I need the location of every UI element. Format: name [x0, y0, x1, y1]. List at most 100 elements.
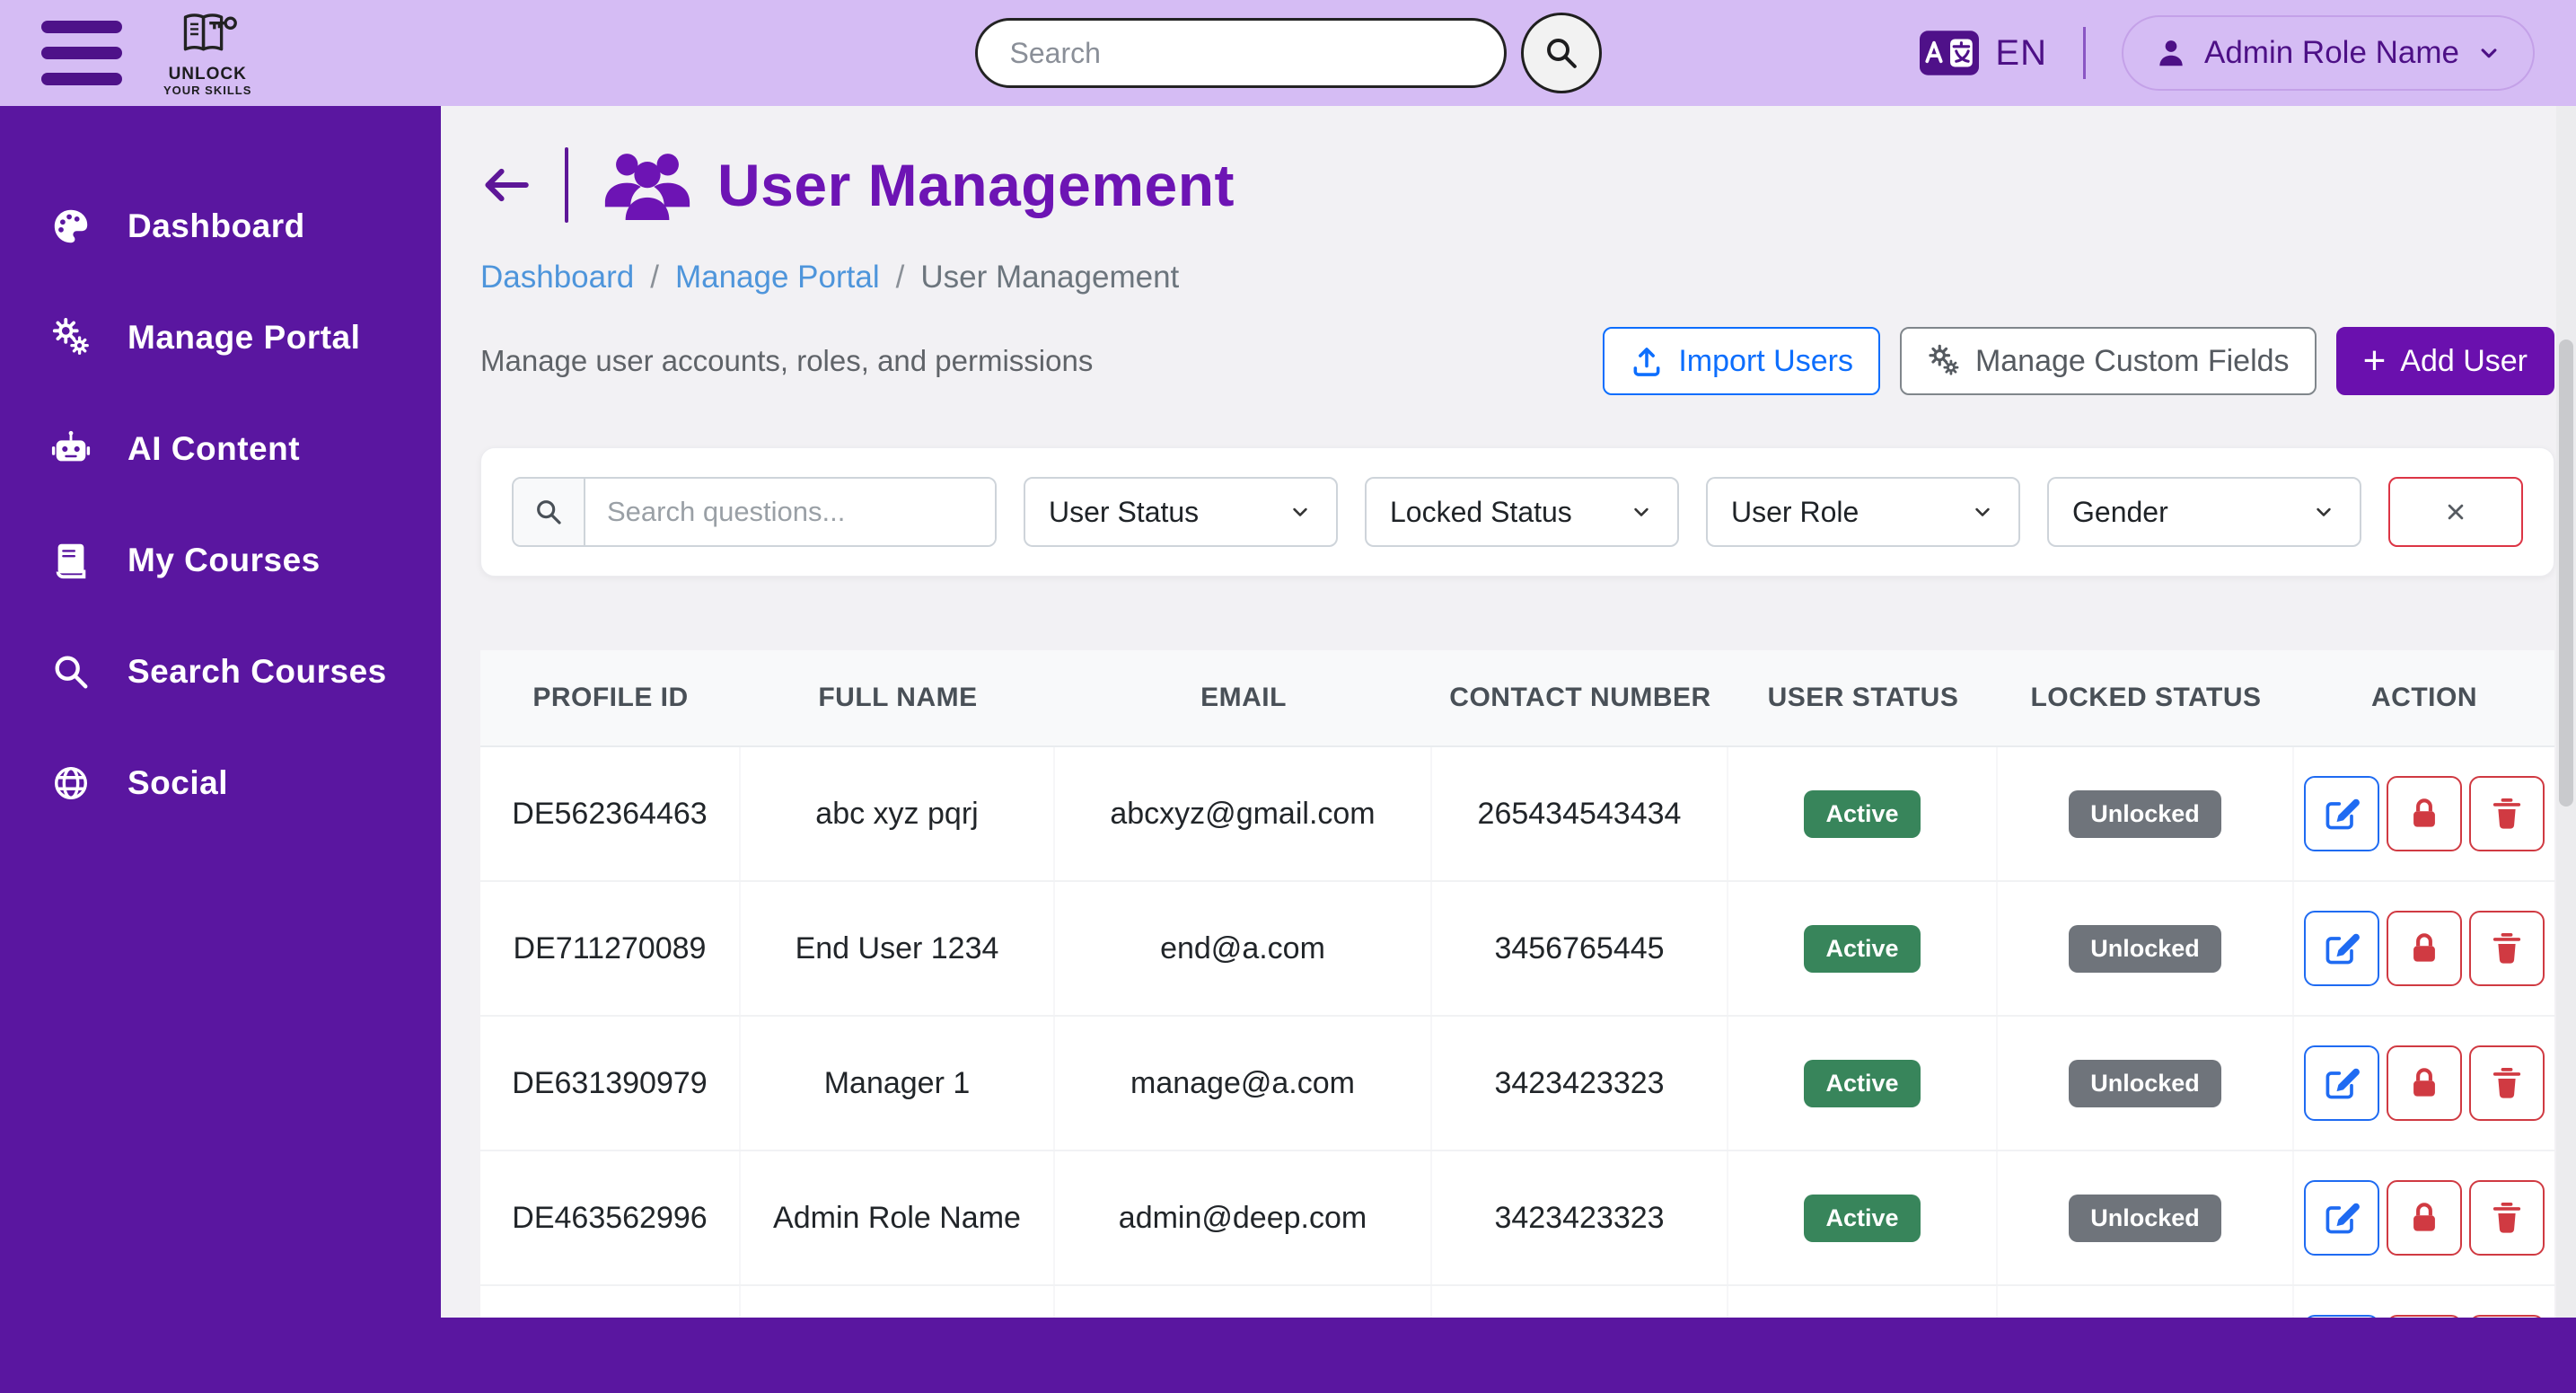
edit-user-button[interactable] — [2304, 1045, 2379, 1121]
sidebar-item-ai-content[interactable]: AI Content — [0, 393, 441, 505]
edit-user-button[interactable] — [2304, 911, 2379, 986]
cell-email: test@gmail.com — [1055, 1286, 1432, 1318]
sidebar-item-label: Search Courses — [127, 653, 387, 691]
sidebar-item-my-courses[interactable]: My Courses — [0, 505, 441, 616]
edit-pencil-square-icon — [2322, 794, 2361, 833]
delete-user-button[interactable] — [2469, 1045, 2545, 1121]
chevron-down-icon — [1970, 499, 1995, 525]
breadcrumb-manage-portal[interactable]: Manage Portal — [675, 260, 880, 295]
breadcrumb: Dashboard / Manage Portal / User Managem… — [480, 260, 2554, 295]
lock-user-button[interactable] — [2387, 1180, 2462, 1256]
delete-user-button[interactable] — [2469, 911, 2545, 986]
scrollbar-thumb[interactable] — [2559, 339, 2573, 807]
dashboard-icon — [50, 206, 92, 247]
breadcrumb-current: User Management — [920, 260, 1179, 295]
lock-icon — [2405, 929, 2444, 968]
cell-user-status: Active — [1728, 882, 1998, 1015]
upload-icon — [1630, 344, 1664, 378]
user-status-badge: Active — [1804, 1195, 1920, 1242]
global-search — [975, 13, 1602, 93]
vertical-scrollbar[interactable] — [2556, 106, 2576, 1318]
global-search-input[interactable] — [975, 18, 1507, 88]
lock-user-button[interactable] — [2387, 1315, 2462, 1318]
trash-icon — [2487, 794, 2527, 833]
delete-user-button[interactable] — [2469, 1315, 2545, 1318]
cell-profile-id: DE711270089 — [480, 882, 741, 1015]
footer-bar — [0, 1318, 2576, 1393]
chevron-down-icon — [2311, 499, 2336, 525]
table-row: DE711270089 End User 1234 end@a.com 3456… — [480, 882, 2554, 1017]
chevron-down-icon — [1629, 499, 1654, 525]
cell-contact-number: 3423423323 — [1432, 1017, 1728, 1150]
cell-contact-number: 3456765445 — [1432, 882, 1728, 1015]
column-header-profile-id: PROFILE ID — [480, 683, 741, 713]
users-table: PROFILE ID FULL NAME EMAIL CONTACT NUMBE… — [480, 650, 2554, 1318]
language-switcher[interactable]: EN — [1920, 31, 2047, 75]
locked-status-badge: Unlocked — [2069, 1195, 2221, 1242]
cell-email: manage@a.com — [1055, 1017, 1432, 1150]
cell-full-name: End User 1234 — [741, 882, 1055, 1015]
user-menu-button[interactable]: Admin Role Name — [2122, 15, 2535, 91]
cell-action — [2294, 747, 2554, 880]
title-divider — [565, 147, 568, 223]
search-icon — [50, 651, 92, 692]
hamburger-menu-button[interactable] — [41, 21, 122, 85]
cell-action — [2294, 1017, 2554, 1150]
add-user-button[interactable]: + Add User — [2336, 327, 2554, 395]
app-logo[interactable]: UNLOCK YOUR SKILLS — [163, 8, 251, 98]
manage-custom-fields-label: Manage Custom Fields — [1975, 344, 2290, 379]
breadcrumb-dashboard[interactable]: Dashboard — [480, 260, 634, 295]
cell-locked-status: Unlocked — [1998, 1151, 2294, 1284]
cell-contact-number: 265434543434 — [1432, 747, 1728, 880]
column-header-contact-number: CONTACT NUMBER — [1432, 683, 1728, 713]
back-arrow-icon — [480, 159, 532, 211]
cell-user-status: Active — [1728, 1151, 1998, 1284]
table-body: DE562364463 abc xyz pqrj abcxyz@gmail.co… — [480, 747, 2554, 1318]
breadcrumb-separator: / — [650, 260, 659, 295]
lock-user-button[interactable] — [2387, 1045, 2462, 1121]
user-status-select[interactable]: User Status — [1024, 477, 1338, 547]
edit-pencil-square-icon — [2322, 1063, 2361, 1103]
sidebar-item-label: Dashboard — [127, 207, 305, 245]
language-code: EN — [1995, 33, 2047, 74]
user-status-badge: Active — [1804, 1060, 1920, 1107]
sidebar-item-search-courses[interactable]: Search Courses — [0, 616, 441, 727]
cell-locked-status: Unlocked — [1998, 747, 2294, 880]
sidebar-item-manage-portal[interactable]: Manage Portal — [0, 282, 441, 393]
trash-icon — [2487, 1198, 2527, 1238]
clear-filters-button[interactable] — [2388, 477, 2523, 547]
search-icon — [1543, 34, 1580, 72]
edit-user-button[interactable] — [2304, 776, 2379, 851]
delete-user-button[interactable] — [2469, 1180, 2545, 1256]
edit-user-button[interactable] — [2304, 1180, 2379, 1256]
sidebar: Dashboard Manage Portal AI Content My Co… — [0, 106, 441, 1318]
gears-icon — [1927, 344, 1961, 378]
lock-user-button[interactable] — [2387, 911, 2462, 986]
edit-pencil-square-icon — [2322, 929, 2361, 968]
sidebar-item-social[interactable]: Social — [0, 727, 441, 839]
logo-book-key-icon — [173, 8, 242, 65]
table-search-input[interactable] — [585, 479, 995, 545]
cell-profile-id: DE562364463 — [480, 747, 741, 880]
cell-user-status: Active — [1728, 747, 1998, 880]
gears-icon — [50, 317, 92, 358]
import-users-button[interactable]: Import Users — [1603, 327, 1880, 395]
edit-user-button[interactable] — [2304, 1315, 2379, 1318]
page-subtitle: Manage user accounts, roles, and permiss… — [480, 344, 1093, 378]
sidebar-item-label: AI Content — [127, 430, 300, 468]
global-search-button[interactable] — [1521, 13, 1602, 93]
back-button[interactable] — [480, 159, 532, 211]
lock-icon — [2405, 1063, 2444, 1103]
gender-select[interactable]: Gender — [2047, 477, 2361, 547]
user-role-select[interactable]: User Role — [1706, 477, 2020, 547]
locked-status-select[interactable]: Locked Status — [1365, 477, 1679, 547]
lock-user-button[interactable] — [2387, 776, 2462, 851]
manage-custom-fields-button[interactable]: Manage Custom Fields — [1900, 327, 2317, 395]
user-status-badge: Active — [1804, 790, 1920, 838]
cell-contact-number: 3423423323 — [1432, 1151, 1728, 1284]
delete-user-button[interactable] — [2469, 776, 2545, 851]
locked-status-badge: Unlocked — [2069, 925, 2221, 973]
globe-icon — [50, 763, 92, 804]
cell-action — [2294, 882, 2554, 1015]
sidebar-item-dashboard[interactable]: Dashboard — [0, 171, 441, 282]
